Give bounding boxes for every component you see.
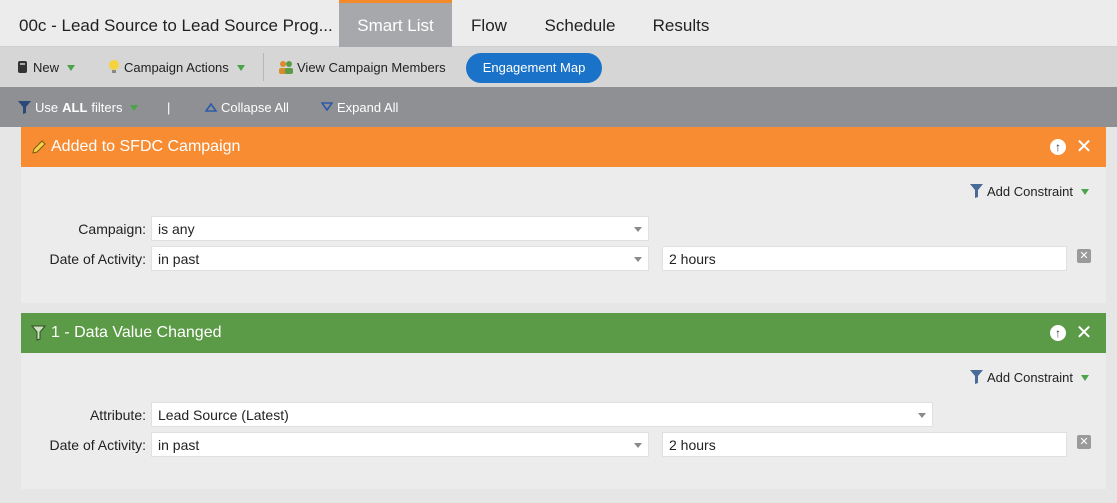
new-icon <box>18 61 27 73</box>
delete-constraint-icon[interactable]: ✕ <box>1077 435 1091 449</box>
lightbulb-icon <box>109 60 119 73</box>
filter-icon <box>970 184 983 198</box>
date-of-activity-label: Date of Activity: <box>49 251 146 267</box>
chevron-down-icon <box>1081 375 1089 381</box>
add-constraint-label: Add Constraint <box>987 369 1073 385</box>
campaign-select[interactable]: is any <box>151 216 649 241</box>
move-up-icon[interactable]: ↑ <box>1050 139 1066 155</box>
triangle-down-icon <box>321 102 333 112</box>
chevron-down-icon <box>130 105 139 111</box>
filters-label: filters <box>91 99 123 115</box>
chevron-down-icon <box>1081 189 1089 195</box>
filter-icon <box>18 100 31 114</box>
date-operator-select[interactable]: in past <box>151 246 649 271</box>
attribute-select-value: Lead Source (Latest) <box>158 407 289 423</box>
add-constraint-button[interactable]: Add Constraint <box>969 183 1089 199</box>
delete-constraint-icon[interactable]: ✕ <box>1077 249 1091 263</box>
collapse-all-label: Collapse All <box>221 99 289 115</box>
move-up-icon[interactable]: ↑ <box>1050 325 1066 341</box>
filter-title: Added to SFDC Campaign <box>51 138 241 155</box>
tab-flow[interactable]: Flow <box>454 0 524 47</box>
date-amount-field[interactable]: 2 hours <box>662 432 1067 457</box>
filter-icon <box>970 370 983 384</box>
campaign-select-value: is any <box>158 221 195 237</box>
filter-icon <box>31 325 47 341</box>
expand-all-label: Expand All <box>337 99 399 115</box>
filter-card-header: Added to SFDC Campaign ↑ ✕ <box>21 127 1106 167</box>
triangle-up-icon <box>205 102 217 112</box>
campaign-title: 00c - Lead Source to Lead Source Prog... <box>19 16 333 35</box>
tab-schedule[interactable]: Schedule <box>532 0 628 47</box>
date-operator-value: in past <box>158 251 200 267</box>
campaign-actions-menu[interactable]: Campaign Actions <box>107 47 245 87</box>
add-constraint-button[interactable]: Add Constraint <box>969 369 1089 385</box>
use-label: Use <box>35 99 59 115</box>
expand-all-button[interactable]: Expand All <box>321 87 398 127</box>
add-constraint-label: Add Constraint <box>987 183 1073 199</box>
campaign-label: Campaign: <box>78 221 146 237</box>
date-operator-value: in past <box>158 437 200 453</box>
filter-card: Added to SFDC Campaign ↑ ✕ Add Constrain… <box>21 127 1106 303</box>
chevron-down-icon <box>634 227 642 232</box>
filter-bar: Use ALL filters | Collapse All Expand Al… <box>0 87 1117 127</box>
use-filters-menu[interactable]: Use ALL filters <box>17 87 139 127</box>
close-icon[interactable]: ✕ <box>1075 322 1093 344</box>
chevron-down-icon <box>67 65 76 71</box>
view-campaign-members-label: View Campaign Members <box>297 59 446 75</box>
attribute-label: Attribute: <box>89 407 146 423</box>
chevron-down-icon <box>236 65 245 71</box>
collapse-all-button[interactable]: Collapse All <box>205 87 289 127</box>
chevron-down-icon <box>918 413 926 418</box>
date-of-activity-label: Date of Activity: <box>49 437 146 453</box>
filter-card: 1 - Data Value Changed ↑ ✕ Add Constrain… <box>21 313 1106 489</box>
pencil-icon <box>32 140 46 154</box>
tab-results[interactable]: Results <box>640 0 722 47</box>
attribute-select[interactable]: Lead Source (Latest) <box>151 402 933 427</box>
engagement-map-button[interactable]: Engagement Map <box>466 53 602 83</box>
all-label: ALL <box>62 99 88 115</box>
toolbar-divider <box>263 53 264 81</box>
view-campaign-members-button[interactable]: View Campaign Members <box>277 47 446 87</box>
filter-card-header: 1 - Data Value Changed ↑ ✕ <box>21 313 1106 353</box>
new-label: New <box>33 59 60 75</box>
tab-smart-list[interactable]: Smart List <box>339 0 452 47</box>
people-icon <box>279 61 293 74</box>
date-amount-field[interactable]: 2 hours <box>662 246 1067 271</box>
filterbar-divider: | <box>167 99 171 115</box>
date-operator-select[interactable]: in past <box>151 432 649 457</box>
filter-title: 1 - Data Value Changed <box>51 324 222 341</box>
close-icon[interactable]: ✕ <box>1075 136 1093 158</box>
new-menu[interactable]: New <box>17 47 76 87</box>
chevron-down-icon <box>634 257 642 262</box>
tab-bar: 00c - Lead Source to Lead Source Prog...… <box>0 0 1117 47</box>
campaign-actions-label: Campaign Actions <box>124 59 229 75</box>
chevron-down-icon <box>634 443 642 448</box>
